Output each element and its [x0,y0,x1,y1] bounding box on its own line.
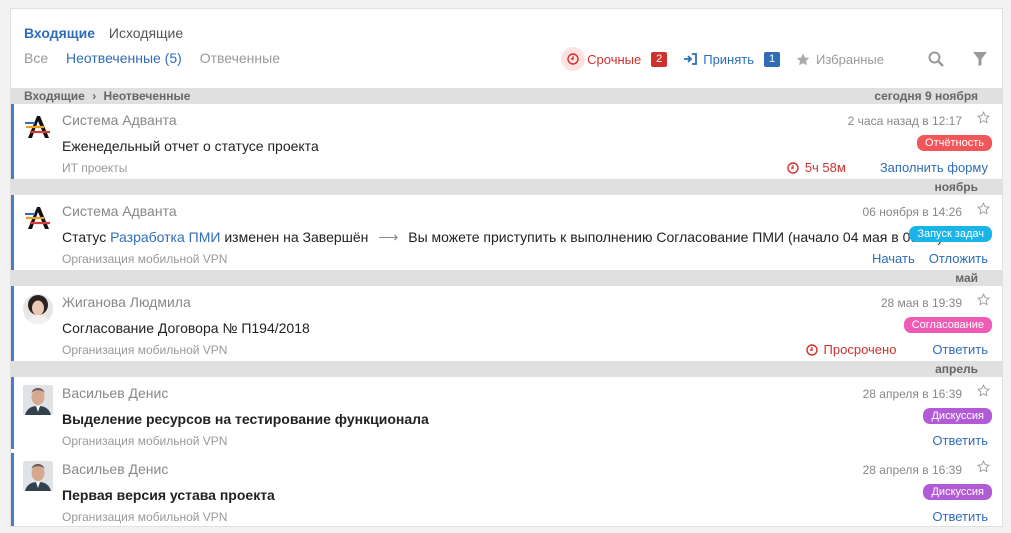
message-actions: Ответить [918,509,988,524]
group-header: май [11,270,1002,286]
breadcrumb: Входящие › Неотвеченные [24,88,190,104]
message-org: Организация мобильной VPN [62,252,228,266]
message-sender: Система Адванта [62,112,177,128]
group-header-today: Входящие › Неотвеченные сегодня 9 ноября [11,88,1002,104]
message-time: 28 мая в 19:39 [880,296,962,310]
message-tag: Отчётность [917,135,992,151]
filter-accept-count: 1 [764,51,780,67]
message-subject[interactable]: Выделение ресурсов на тестирование функц… [62,411,429,427]
subject-suffix: Вы можете приступить к выполнению Соглас… [408,229,943,245]
clock-icon [805,343,818,356]
search-icon[interactable] [928,51,944,67]
message-time: 06 ноября в 14:26 [862,205,962,219]
filter-accept[interactable]: Принять 1 [683,51,780,67]
subtab-unanswered[interactable]: Неотвеченные (5) [66,50,182,66]
advanta-logo-icon [23,203,53,233]
message-actions: 5ч 58м Заполнить форму [787,160,988,175]
message-tag: Дискуссия [923,484,992,500]
message-org: Организация мобильной VPN [62,343,228,357]
message-subject[interactable]: Еженедельный отчет о статусе проекта [62,138,319,154]
arrow-right-icon: ⟶ [378,229,399,245]
message-sender: Система Адванта [62,203,177,219]
star-icon[interactable] [976,384,991,400]
timer-value: 5ч 58м [804,160,846,175]
inbox-header: Входящие Исходящие Все Неотвеченные (5) … [11,9,1002,88]
subject-status: изменен на Завершён [224,229,369,245]
group-date: апрель [935,362,978,376]
star-icon[interactable] [976,202,991,218]
reply-button[interactable]: Ответить [932,342,988,357]
overdue-label: Просрочено [823,342,897,357]
subject-prefix: Статус [62,229,107,245]
message-tag: Согласование [903,317,992,333]
message-row[interactable]: Васильев Денис 28 апреля в 16:39 Первая … [11,453,1002,526]
main-tabs: Входящие Исходящие [24,25,193,41]
avatar [23,385,53,415]
message-sender: Жиганова Людмила [62,294,191,310]
message-tag: Запуск задач [909,226,992,242]
clock-icon [787,161,799,174]
group-header: ноябрь [11,179,1002,195]
message-subject[interactable]: Согласование Договора № П194/2018 [62,320,310,336]
clock-icon [561,47,586,71]
message-org: Организация мобильной VPN [62,434,228,448]
filter-urgent[interactable]: Срочные 2 [561,47,668,71]
sub-tabs: Все Неотвеченные (5) Отвеченные [24,50,294,66]
group-date: сегодня 9 ноября [874,89,978,103]
message-actions: Ответить [918,433,988,448]
message-actions: Начать Отложить [858,251,988,266]
subtab-all[interactable]: Все [24,50,48,66]
filter-urgent-label: Срочные [587,51,642,67]
star-icon[interactable] [976,293,991,309]
filter-urgent-count: 2 [651,51,668,67]
message-sender: Васильев Денис [62,461,169,477]
message-org: Организация мобильной VPN [62,510,228,524]
breadcrumb-root[interactable]: Входящие [24,89,85,103]
filter-accept-label: Принять [703,51,754,67]
message-row[interactable]: Система Адванта 06 ноября в 14:26 Статус… [11,195,1002,270]
filter-icon[interactable] [972,51,988,67]
message-time: 28 апреля в 16:39 [862,463,962,477]
message-time: 2 часа назад в 12:17 [847,114,962,128]
start-button[interactable]: Начать [872,251,915,266]
sign-in-icon [683,53,698,65]
message-time: 28 апреля в 16:39 [862,387,962,401]
message-row[interactable]: Жиганова Людмила 28 мая в 19:39 Согласов… [11,286,1002,361]
message-sender: Васильев Денис [62,385,169,401]
inbox-panel: Входящие Исходящие Все Неотвеченные (5) … [10,8,1003,527]
avatar [23,294,53,324]
chevron-right-icon: › [92,89,97,103]
message-actions: Просрочено Ответить [805,342,988,357]
message-org: ИТ проекты [62,161,128,175]
subtab-answered[interactable]: Отвеченные [200,50,280,66]
star-icon[interactable] [976,111,991,127]
message-subject[interactable]: Статус Разработка ПМИ изменен на Завершё… [62,229,942,246]
filter-bar: Срочные 2 Принять 1 Избранные [551,47,988,71]
message-subject[interactable]: Первая версия устава проекта [62,487,275,503]
message-row[interactable]: Система Адванта 2 часа назад в 12:17 Еже… [11,104,1002,179]
breadcrumb-current: Неотвеченные [103,89,191,103]
advanta-logo-icon [23,112,53,142]
tab-incoming[interactable]: Входящие [24,25,95,41]
group-date: май [955,271,978,285]
fill-form-button[interactable]: Заполнить форму [880,160,988,175]
reply-button[interactable]: Ответить [932,509,988,524]
star-icon[interactable] [976,460,991,476]
avatar [23,461,53,491]
group-header: апрель [11,361,1002,377]
overdue-status: Просрочено [805,342,897,357]
star-icon [796,53,810,66]
filter-favorites[interactable]: Избранные [796,52,884,67]
reply-button[interactable]: Ответить [932,433,988,448]
message-row[interactable]: Васильев Денис 28 апреля в 16:39 Выделен… [11,377,1002,449]
group-date: ноябрь [934,180,978,194]
postpone-button[interactable]: Отложить [929,251,988,266]
message-tag: Дискуссия [923,408,992,424]
tab-outgoing[interactable]: Исходящие [109,25,183,41]
timer: 5ч 58м [787,160,846,175]
filter-favorites-label: Избранные [816,51,884,67]
subject-link[interactable]: Разработка ПМИ [110,229,220,245]
